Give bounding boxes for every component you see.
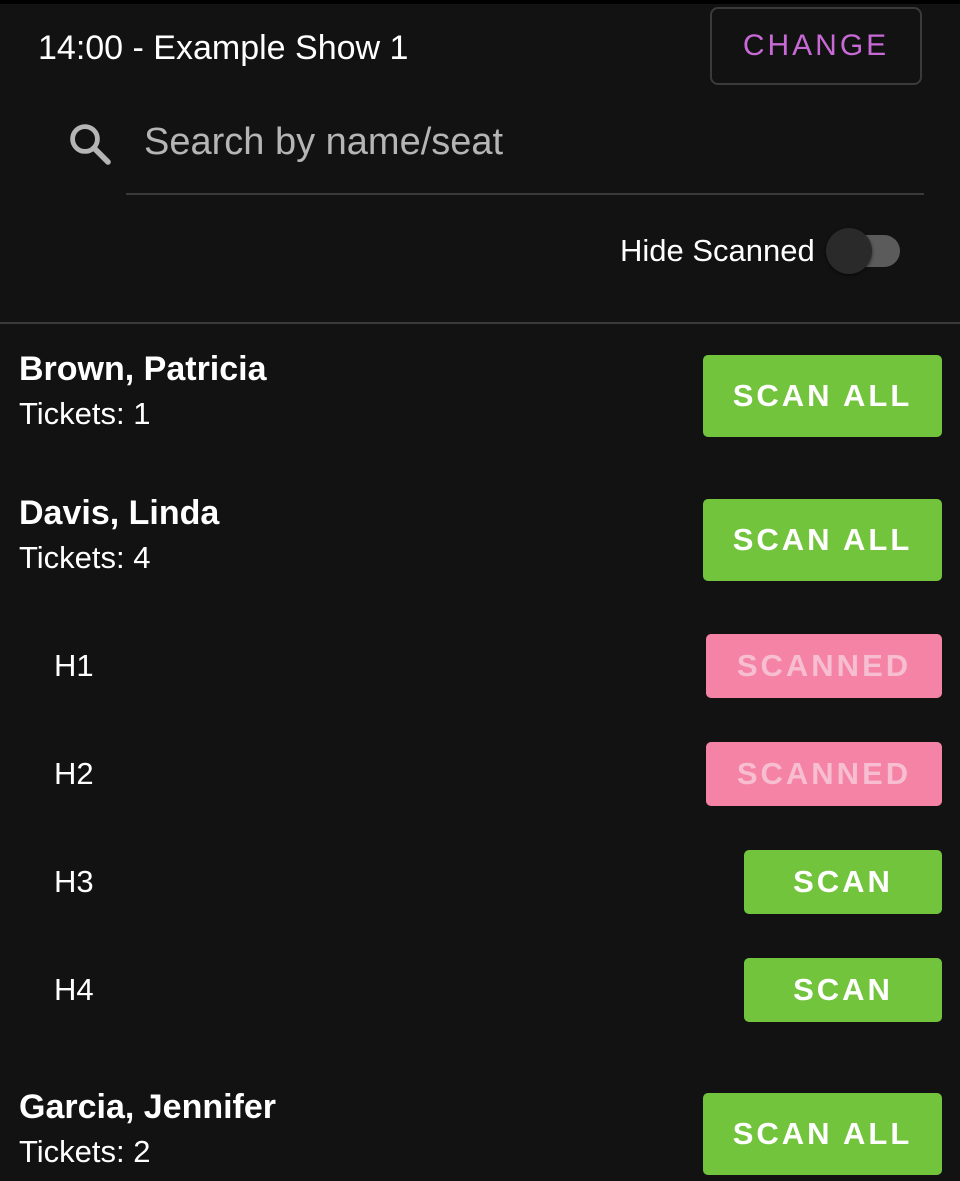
scan-all-button[interactable]: SCAN ALL <box>703 1093 942 1175</box>
guest-ticket-count: Tickets: 1 <box>19 396 151 431</box>
seat-label: H3 <box>54 864 94 899</box>
header-divider <box>0 322 960 324</box>
seat-label: H1 <box>54 648 94 683</box>
scan-all-button[interactable]: SCAN ALL <box>703 355 942 437</box>
seat-label: H2 <box>54 756 94 791</box>
guest-name: Brown, Patricia <box>19 350 267 388</box>
guest-ticket-count: Tickets: 2 <box>19 1134 151 1169</box>
ticket-scanner-screen: 14:00 - Example Show 1 CHANGE Hide Scann… <box>0 0 960 1181</box>
hide-scanned-label: Hide Scanned <box>620 233 815 268</box>
change-show-button[interactable]: CHANGE <box>710 7 922 85</box>
search-icon <box>70 124 111 165</box>
scanned-button[interactable]: SCANNED <box>706 742 942 806</box>
scanned-button[interactable]: SCANNED <box>706 634 942 698</box>
scan-button[interactable]: SCAN <box>744 850 942 914</box>
search-underline <box>126 193 924 195</box>
status-bar-edge <box>0 0 960 4</box>
guest-ticket-count: Tickets: 4 <box>19 540 151 575</box>
guest-name: Garcia, Jennifer <box>19 1088 277 1126</box>
scan-button[interactable]: SCAN <box>744 958 942 1022</box>
seat-label: H4 <box>54 972 94 1007</box>
scan-all-button[interactable]: SCAN ALL <box>703 499 942 581</box>
show-title: 14:00 - Example Show 1 <box>38 29 409 67</box>
search-input[interactable] <box>144 112 914 172</box>
guest-name: Davis, Linda <box>19 494 220 532</box>
hide-scanned-toggle-thumb[interactable] <box>826 228 872 274</box>
